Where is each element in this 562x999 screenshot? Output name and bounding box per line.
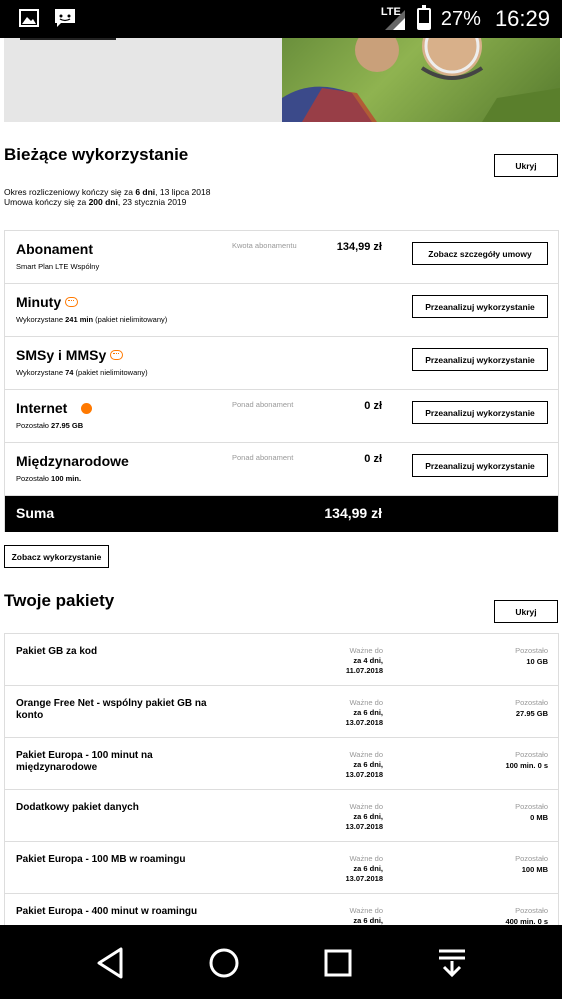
recents-button[interactable] <box>318 943 358 983</box>
sum-amount: 134,99 zł <box>324 505 382 521</box>
valid-label: Ważne do <box>349 906 384 915</box>
remain-label: Pozostało <box>515 854 548 863</box>
row-amount: 134,99 zł <box>336 241 382 253</box>
back-icon <box>97 947 123 979</box>
package-name: Pakiet Europa - 100 MB w roamingu <box>16 854 186 865</box>
row-amount: 0 zł <box>364 453 382 465</box>
list-item: Pakiet Europa - 400 minut w roamingu Waż… <box>5 894 558 925</box>
unlimited-icon <box>65 297 79 307</box>
list-item: Dodatkowy pakiet danych Ważne do za 6 dn… <box>5 790 558 842</box>
analyze-internet-button[interactable]: Przeanalizuj wykorzystanie <box>412 401 548 424</box>
row-subtext: Pozostało 27.95 GB <box>16 421 84 430</box>
valid-label: Ważne do <box>349 854 384 863</box>
usage-row-subscription: Abonament Smart Plan LTE Wspólny Kwota a… <box>5 231 558 284</box>
home-button[interactable] <box>204 943 244 983</box>
usage-row-sms: SMSy i MMSy Wykorzystane 74 (pakiet niel… <box>5 337 558 390</box>
valid-label: Ważne do <box>349 646 384 655</box>
remain-label: Pozostało <box>515 698 548 707</box>
row-name: SMSy i MMSy <box>16 347 107 363</box>
list-item: Pakiet Europa - 100 minut na międzynarod… <box>5 738 558 790</box>
usage-row-international: Międzynarodowe Pozostało 100 min. Ponad … <box>5 443 558 496</box>
package-name: Pakiet Europa - 400 minut w roamingu <box>16 906 198 917</box>
packages-list: Pakiet GB za kod Ważne do za 4 dni, 11.07… <box>4 633 559 925</box>
list-item: Pakiet Europa - 100 MB w roamingu Ważne … <box>5 842 558 894</box>
package-name: Orange Free Net - wspólny pakiet GB na k… <box>16 698 207 721</box>
valid-value: za 6 dni, <box>353 916 383 925</box>
remain-value: 27.95 GB <box>515 709 548 718</box>
message-icon <box>55 9 75 27</box>
contract-details-button[interactable]: Zobacz szczegóły umowy <box>412 242 548 265</box>
row-subtext: Wykorzystane 74 (pakiet nielimitowany) <box>16 368 148 377</box>
remain-label: Pozostało <box>515 646 548 655</box>
valid-value: za 6 dni, 13.07.2018 <box>345 708 383 727</box>
notifications-icon <box>439 949 465 978</box>
internet-icon <box>81 402 93 414</box>
signal-icon: LTE <box>381 6 407 30</box>
hero-image <box>282 38 560 122</box>
see-usage-button[interactable]: Zobacz wykorzystanie <box>4 545 109 568</box>
package-name: Dodatkowy pakiet danych <box>16 802 139 813</box>
analyze-minutes-button[interactable]: Przeanalizuj wykorzystanie <box>412 295 548 318</box>
remain-value: 0 MB <box>530 813 548 822</box>
row-name: Internet <box>16 400 68 416</box>
row-amount: 0 zł <box>364 400 382 412</box>
remain-value: 100 min. 0 s <box>505 761 548 770</box>
valid-label: Ważne do <box>349 750 384 759</box>
hide-packages-button[interactable]: Ukryj <box>494 600 558 623</box>
home-icon <box>209 948 239 978</box>
analyze-international-button[interactable]: Przeanalizuj wykorzystanie <box>412 454 548 477</box>
remain-value: 400 min. 0 s <box>505 917 548 925</box>
navigation-bar <box>0 925 562 999</box>
remain-value: 10 GB <box>526 657 548 666</box>
valid-value: za 6 dni, 13.07.2018 <box>345 760 383 779</box>
sum-row: Suma 134,99 zł <box>5 496 558 532</box>
hero-panel <box>4 38 282 122</box>
row-subtext: Wykorzystane 241 min (pakiet nielimitowa… <box>16 315 168 324</box>
contract-end-text: Umowa kończy się za 200 dni, 23 stycznia… <box>4 197 187 207</box>
battery-icon <box>416 5 431 30</box>
valid-value: za 6 dni, 13.07.2018 <box>345 812 383 831</box>
battery-percent: 27% <box>440 7 481 30</box>
image-icon <box>19 9 39 27</box>
unlimited-icon <box>110 350 124 360</box>
hero-banner <box>0 38 562 122</box>
valid-label: Ważne do <box>349 802 384 811</box>
row-name: Minuty <box>16 294 62 310</box>
hide-usage-button[interactable]: Ukryj <box>494 154 558 177</box>
remain-label: Pozostało <box>515 802 548 811</box>
valid-label: Ważne do <box>349 698 384 707</box>
row-mid-label: Ponad abonament <box>232 400 294 409</box>
row-subtext: Pozostało 100 min. <box>16 474 82 483</box>
row-subtext: Smart Plan LTE Wspólny <box>16 262 100 271</box>
row-name: Międzynarodowe <box>16 453 129 469</box>
current-usage-title: Bieżące wykorzystanie <box>4 145 189 164</box>
row-mid-label: Kwota abonamentu <box>232 241 297 250</box>
remain-value: 100 MB <box>521 865 548 874</box>
list-item: Pakiet GB za kod Ważne do za 4 dni, 11.07… <box>5 634 558 686</box>
usage-row-minutes: Minuty Wykorzystane 241 min (pakiet niel… <box>5 284 558 337</box>
packages-title: Twoje pakiety <box>4 591 115 610</box>
usage-row-internet: Internet Pozostało 27.95 GB Ponad abonam… <box>5 390 558 443</box>
sum-label: Suma <box>16 505 55 521</box>
remain-label: Pozostało <box>515 906 548 915</box>
row-name: Abonament <box>16 241 93 257</box>
notifications-button[interactable] <box>432 943 472 983</box>
row-mid-label: Ponad abonament <box>232 453 294 462</box>
valid-value: za 6 dni, 13.07.2018 <box>345 864 383 883</box>
remain-label: Pozostało <box>515 750 548 759</box>
usage-table: Abonament Smart Plan LTE Wspólny Kwota a… <box>4 230 559 532</box>
analyze-sms-button[interactable]: Przeanalizuj wykorzystanie <box>412 348 548 371</box>
list-item: Orange Free Net - wspólny pakiet GB na k… <box>5 686 558 738</box>
recents-icon <box>324 949 352 977</box>
valid-value: za 4 dni, 11.07.2018 <box>345 656 383 675</box>
package-name: Pakiet Europa - 100 minut na międzynarod… <box>16 750 153 773</box>
clock: 16:29 <box>494 6 550 31</box>
status-bar: LTE 27% 16:29 <box>0 0 562 38</box>
package-name: Pakiet GB za kod <box>16 646 98 657</box>
back-button[interactable] <box>90 943 130 983</box>
billing-period-text: Okres rozliczeniowy kończy się za 6 dni,… <box>4 187 211 197</box>
